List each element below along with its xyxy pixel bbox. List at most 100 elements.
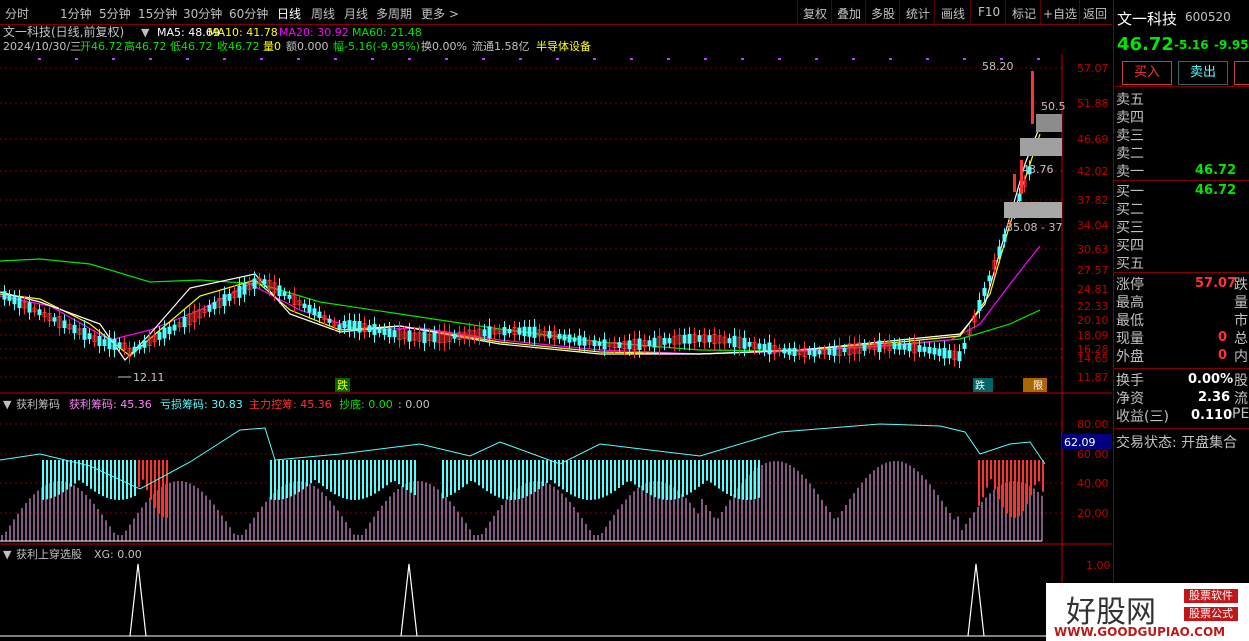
signal-dot bbox=[186, 58, 189, 60]
candle-body bbox=[282, 291, 287, 296]
cursor-value: 62.09 bbox=[1064, 436, 1096, 449]
candle-body bbox=[732, 335, 737, 348]
price-change: -5.16 bbox=[1174, 38, 1209, 52]
signal-dot bbox=[371, 58, 374, 60]
candle-body bbox=[602, 339, 607, 350]
candle-body bbox=[647, 340, 652, 347]
candle-body bbox=[522, 326, 527, 337]
stock-code: 600520 bbox=[1185, 10, 1231, 24]
tab-more[interactable]: 更多 > bbox=[421, 5, 459, 22]
price-tick: 11.87 bbox=[1077, 371, 1109, 384]
candle-body bbox=[387, 328, 392, 338]
f10-button[interactable]: F10 bbox=[978, 5, 1000, 19]
ask-4-label: 卖四 bbox=[1116, 110, 1144, 126]
candle-body bbox=[337, 324, 342, 330]
float-label: 流 bbox=[1234, 391, 1248, 407]
tab-weekly[interactable]: 周线 bbox=[311, 5, 335, 22]
eps-label: 收益(三) bbox=[1116, 409, 1169, 425]
ma20-value: MA20: 30.92 bbox=[279, 26, 349, 39]
divider bbox=[1114, 272, 1249, 273]
sell-button[interactable]: 卖出 bbox=[1178, 61, 1228, 85]
ask-1-label: 卖一 bbox=[1116, 164, 1144, 180]
candle-body bbox=[182, 317, 187, 328]
candle-body bbox=[382, 328, 387, 335]
candle-body bbox=[87, 333, 92, 340]
candle-body bbox=[97, 335, 102, 347]
buy-button[interactable]: 买入 bbox=[1122, 61, 1172, 85]
extra-button[interactable] bbox=[1234, 61, 1249, 85]
limit-down-label: 跌 bbox=[1234, 277, 1248, 293]
chip-label-1: 50.5 bbox=[1041, 100, 1066, 113]
stats-button[interactable]: 统计 bbox=[906, 5, 930, 22]
signal-dot bbox=[445, 58, 448, 60]
price-tick: 51.88 bbox=[1077, 97, 1109, 110]
tab-1min[interactable]: 1分钟 bbox=[60, 5, 92, 22]
candle-body bbox=[1017, 193, 1022, 202]
kline-chart[interactable]: 文一科技(日线,前复权) ▼ MA5: 48.69 MA10: 41.78 MA… bbox=[0, 24, 1112, 641]
signal-dot bbox=[112, 58, 115, 60]
candle-body bbox=[307, 304, 312, 313]
market-label: 市 bbox=[1234, 313, 1248, 329]
candle-body bbox=[767, 342, 772, 355]
signal-dot bbox=[556, 58, 559, 60]
candle-body bbox=[27, 302, 32, 313]
volume-label: 量 bbox=[1234, 295, 1248, 311]
candle-body bbox=[252, 278, 257, 289]
candle-body bbox=[812, 348, 817, 357]
tab-15min[interactable]: 15分钟 bbox=[138, 5, 177, 22]
multi-stock-button[interactable]: 多股 bbox=[871, 5, 895, 22]
tab-30min[interactable]: 30分钟 bbox=[183, 5, 222, 22]
tab-daily[interactable]: 日线 bbox=[277, 5, 301, 22]
candle-body bbox=[342, 320, 347, 329]
signal-dot bbox=[297, 58, 300, 60]
mark-button[interactable]: 标记 bbox=[1012, 5, 1036, 22]
candle-body bbox=[392, 330, 397, 338]
candle-body bbox=[697, 335, 702, 342]
sector-label: 半导体设备 bbox=[536, 39, 591, 53]
candle-body bbox=[817, 350, 822, 355]
divider bbox=[1079, 0, 1080, 24]
candle-body bbox=[682, 334, 687, 344]
divider bbox=[865, 0, 866, 24]
candle-body bbox=[747, 341, 752, 347]
candle-body bbox=[17, 297, 22, 309]
candle-body bbox=[957, 351, 962, 362]
candle-body bbox=[782, 348, 787, 354]
candle-body bbox=[487, 326, 492, 339]
candle-body bbox=[102, 339, 107, 346]
candle-body bbox=[807, 350, 812, 355]
tab-multi-period[interactable]: 多周期 bbox=[376, 5, 412, 22]
candle-body bbox=[302, 303, 307, 309]
candle-body bbox=[582, 337, 587, 346]
candle-body bbox=[82, 327, 87, 340]
ask-3-label: 卖三 bbox=[1116, 128, 1144, 144]
tab-monthly[interactable]: 月线 bbox=[344, 5, 368, 22]
candle-body bbox=[172, 324, 177, 331]
shares-label: 股 bbox=[1234, 373, 1248, 389]
draw-line-button[interactable]: 画线 bbox=[941, 5, 965, 22]
back-button[interactable]: 返回 bbox=[1083, 5, 1107, 22]
add-watchlist-button[interactable]: +自选 bbox=[1043, 5, 1077, 22]
candle-body bbox=[422, 331, 427, 344]
fuquan-button[interactable]: 复权 bbox=[803, 5, 827, 22]
candle-body bbox=[787, 348, 792, 355]
candle-body bbox=[227, 293, 232, 301]
candle-body bbox=[547, 330, 552, 339]
tab-5min[interactable]: 5分钟 bbox=[99, 5, 131, 22]
ind1-axis-tick: 40.00 bbox=[1077, 477, 1109, 490]
price-tick: 14.65 bbox=[1077, 352, 1109, 365]
candle-body bbox=[37, 309, 42, 316]
ind2-title: 获利上穿选股 bbox=[16, 547, 82, 561]
tab-60min[interactable]: 60分钟 bbox=[229, 5, 268, 22]
bar-change: 幅-5.16(-9.95%) bbox=[333, 40, 420, 53]
candle-body bbox=[2, 291, 7, 300]
tab-fenshi[interactable]: 分时 bbox=[5, 5, 29, 22]
signal-dot bbox=[963, 58, 966, 60]
dropdown-icon: ▼ bbox=[141, 26, 150, 39]
candle-body bbox=[997, 246, 1002, 257]
price-tick: 46.69 bbox=[1077, 133, 1109, 146]
ind1-title: 获利筹码 bbox=[16, 397, 60, 411]
candle-body bbox=[207, 304, 212, 312]
bar-low: 低46.72 bbox=[170, 40, 213, 53]
overlay-button[interactable]: 叠加 bbox=[837, 5, 861, 22]
